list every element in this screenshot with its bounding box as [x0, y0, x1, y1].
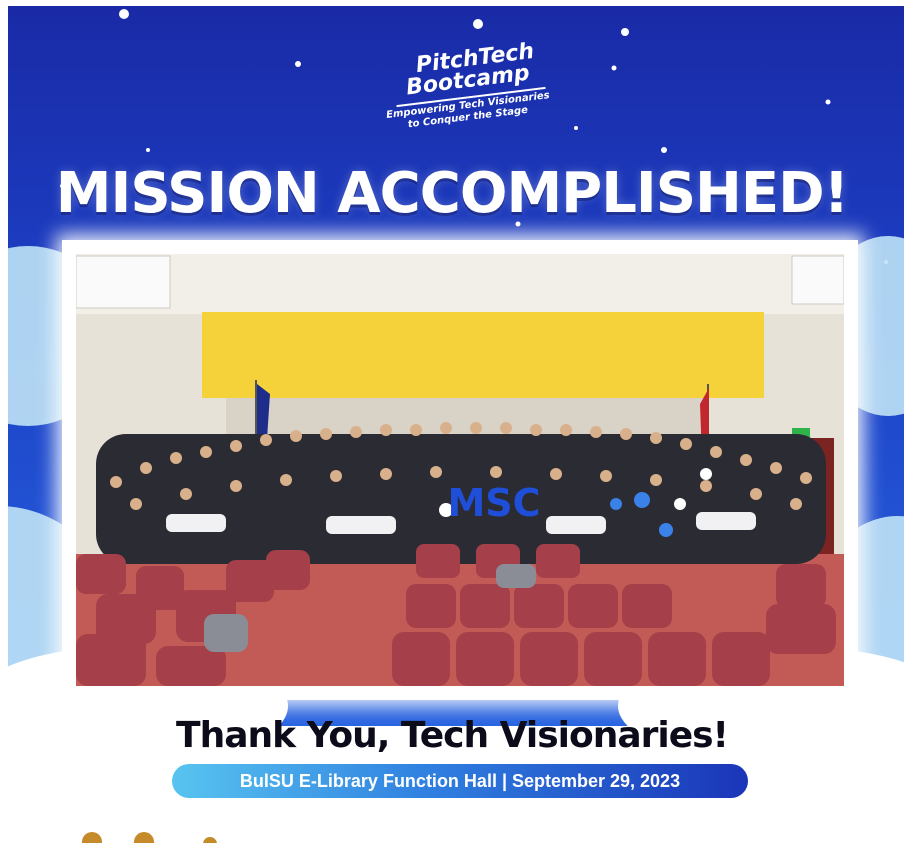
star: [295, 61, 301, 67]
partner-logos-strip: [82, 832, 217, 843]
thank-you-message: Thank You, Tech Visionaries!: [176, 715, 729, 756]
star: [621, 28, 629, 36]
star: [661, 147, 667, 153]
partner-logo-icon: [203, 837, 217, 843]
star: [473, 19, 483, 29]
photo-ceiling: [76, 254, 844, 314]
yellow-wall-panel: [202, 312, 764, 398]
event-poster: PitchTech Bootcamp Empowering Tech Visio…: [0, 0, 904, 843]
star: [825, 99, 831, 105]
venue-date-badge: BulSU E-Library Function Hall | Septembe…: [172, 764, 748, 798]
headline: MISSION ACCOMPLISHED!: [55, 161, 849, 226]
pitchtech-bootcamp-logo: PitchTech Bootcamp Empowering Tech Visio…: [378, 39, 558, 158]
star: [611, 65, 617, 71]
gear-logo-icon: [82, 832, 102, 843]
group-photo-frame: MSC: [62, 240, 858, 700]
star: [146, 148, 150, 152]
group-photo: MSC: [76, 254, 844, 686]
star: [119, 9, 129, 19]
projector-screen-left: [76, 255, 171, 309]
gear-logo-icon: [134, 832, 154, 843]
msc-balloon-letters: MSC: [447, 481, 540, 525]
projector-screen-right: [791, 255, 844, 305]
star: [574, 126, 578, 130]
